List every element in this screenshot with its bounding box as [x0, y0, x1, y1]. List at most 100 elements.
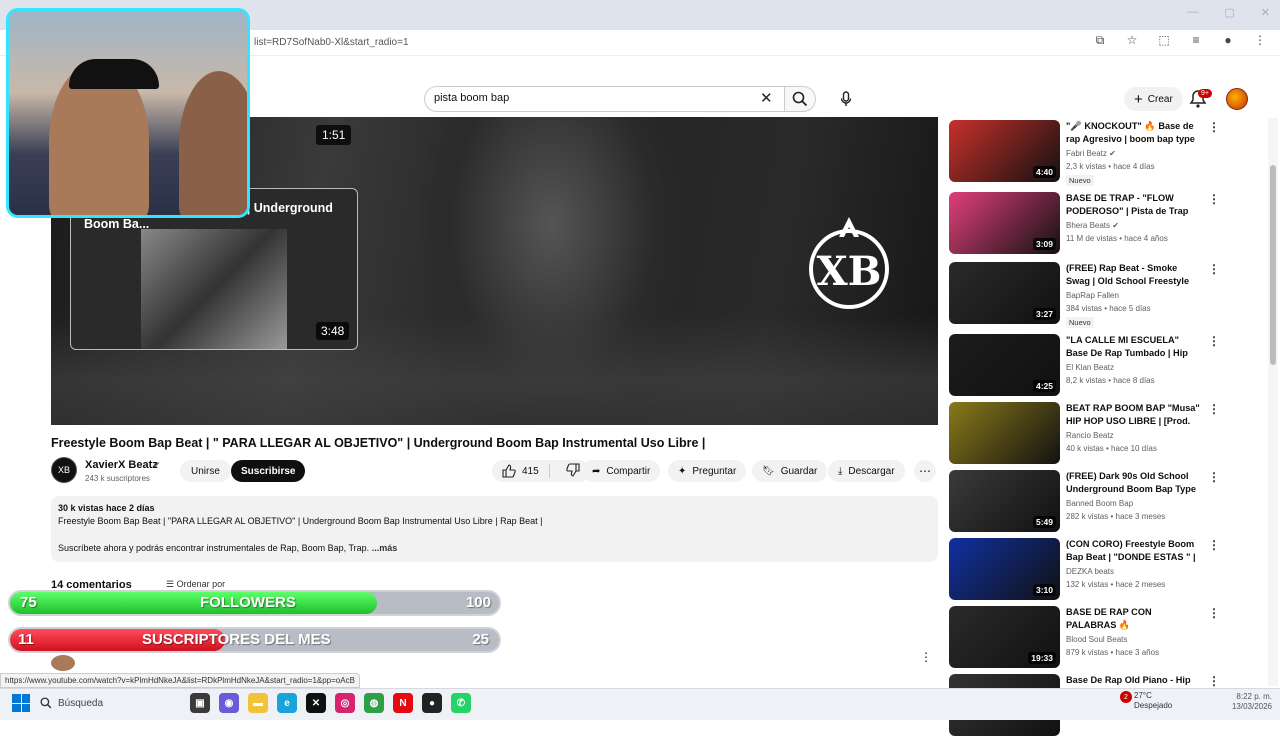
more-options-icon[interactable]: ⋮ [1208, 606, 1220, 620]
install-icon[interactable]: ⧉ [1092, 33, 1108, 48]
profile-icon[interactable]: ● [1220, 33, 1236, 48]
recommended-video[interactable]: 4:25 "LA CALLE MI ESCUELA" Base De Rap Tu… [949, 332, 1220, 396]
video-thumbnail[interactable] [949, 402, 1060, 464]
subscribers-goal-bar: 11 SUSCRIPTORES DEL MES 25 [8, 627, 501, 653]
more-options-icon[interactable]: ⋮ [1208, 120, 1220, 134]
create-button[interactable]: + Crear [1124, 87, 1183, 111]
recommended-channel[interactable]: Rancio Beatz [1066, 431, 1114, 440]
recommended-title[interactable]: BEAT RAP BOOM BAP "Musa" HIP HOP USO LIB… [1066, 402, 1200, 428]
recommended-channel[interactable]: BapRap Fallen [1066, 291, 1119, 300]
recommended-video[interactable]: BEAT RAP BOOM BAP "Musa" HIP HOP USO LIB… [949, 400, 1220, 464]
voice-search-button[interactable] [834, 86, 858, 112]
task-view-icon[interactable]: ▣ [190, 693, 210, 713]
minimize-icon[interactable]: — [1187, 6, 1198, 19]
followers-label: FOLLOWERS [200, 594, 296, 611]
video-title: Freestyle Boom Bap Beat | " PARA LLEGAR … [51, 436, 706, 450]
recommended-video[interactable]: 3:27 (FREE) Rap Beat - Smoke Swag | Old S… [949, 260, 1220, 328]
file-explorer-icon[interactable]: ▬ [248, 693, 268, 713]
recommended-video[interactable]: 3:10 (CON CORO) Freestyle Boom Bap Beat |… [949, 536, 1220, 600]
description-line-1: Freestyle Boom Bap Beat | "PARA LLEGAR A… [58, 516, 543, 526]
edge-browser-icon[interactable]: e [277, 693, 297, 713]
recommended-title[interactable]: "LA CALLE MI ESCUELA" Base De Rap Tumbad… [1066, 334, 1200, 360]
bookmark-star-icon[interactable]: ☆ [1124, 33, 1140, 48]
recommended-title[interactable]: "🎤 KNOCKOUT" 🔥 Base de rap Agresivo | bo… [1066, 120, 1200, 146]
recommended-stats: 879 k vistas • hace 3 años [1066, 648, 1160, 657]
video-thumbnail[interactable]: 3:09 [949, 192, 1060, 254]
weather-widget[interactable]: 27°C Despejado [1134, 691, 1172, 711]
recommended-channel[interactable]: Fabri Beatz ✔ [1066, 149, 1116, 158]
like-button[interactable]: 415 [492, 464, 550, 478]
download-button[interactable]: ⤓ Descargar [828, 460, 905, 482]
more-options-icon[interactable]: ⋮ [1208, 334, 1220, 348]
more-options-icon[interactable]: ⋮ [1208, 538, 1220, 552]
ask-button[interactable]: ✦ Preguntar [668, 460, 747, 482]
recommended-stats: 2,3 k vistas • hace 4 días [1066, 162, 1155, 171]
weather-desc: Despejado [1134, 701, 1173, 710]
recommended-title[interactable]: (FREE) Rap Beat - Smoke Swag | Old Schoo… [1066, 262, 1200, 288]
system-clock[interactable]: 8:22 p. m. 13/03/2026 [1232, 692, 1272, 712]
comment-more-icon[interactable]: ⋮ [920, 650, 932, 664]
followers-progress-fill [10, 592, 377, 614]
maximize-icon[interactable]: ▢ [1224, 6, 1234, 19]
more-options-icon[interactable]: ⋮ [1208, 470, 1220, 484]
more-actions-button[interactable]: ⋯ [914, 460, 936, 482]
recommended-stats: 282 k vistas • hace 3 meses [1066, 512, 1166, 521]
recommended-title[interactable]: BASE DE RAP CON PALABRAS 🔥 ENTRENAMIENTO… [1066, 606, 1200, 632]
search-icon [792, 91, 808, 107]
recommended-title[interactable]: (CON CORO) Freestyle Boom Bap Beat | "DO… [1066, 538, 1200, 564]
show-more-link[interactable]: ...más [372, 543, 398, 553]
video-thumbnail[interactable]: 4:40 [949, 120, 1060, 182]
video-thumbnail[interactable]: 5:49 [949, 470, 1060, 532]
recommended-video[interactable]: 5:49 (FREE) Dark 90s Old School Undergrou… [949, 468, 1220, 532]
search-input[interactable]: pista boom bap [434, 92, 509, 104]
scrollbar-thumb[interactable] [1270, 165, 1276, 365]
x-app-icon[interactable]: ✕ [306, 693, 326, 713]
channel-avatar[interactable]: XB [51, 457, 77, 483]
windows-start-icon[interactable] [12, 694, 30, 712]
taskbar-search[interactable]: Búsqueda [40, 693, 190, 713]
sort-comments-button[interactable]: ☰ Ordenar por [166, 579, 225, 590]
video-thumbnail[interactable]: 3:27 [949, 262, 1060, 324]
recommended-video[interactable]: 4:40 "🎤 KNOCKOUT" 🔥 Base de rap Agresivo … [949, 118, 1220, 186]
recommended-channel[interactable]: DEZKA beats [1066, 567, 1114, 576]
netflix-icon[interactable]: N [393, 693, 413, 713]
playlist-icon[interactable]: ≡ [1188, 33, 1204, 48]
recommended-channel[interactable]: El Klan Beatz [1066, 363, 1114, 372]
more-options-icon[interactable]: ⋮ [1208, 402, 1220, 416]
recommended-video[interactable]: 19:33 BASE DE RAP CON PALABRAS 🔥 ENTRENAM… [949, 604, 1220, 668]
close-icon[interactable]: ✕ [1261, 6, 1270, 19]
extensions-icon[interactable]: ⬚ [1156, 33, 1172, 48]
obs-icon[interactable]: ● [422, 693, 442, 713]
share-button[interactable]: ➦ Compartir [582, 460, 661, 482]
recommended-channel[interactable]: Blood Soul Beats [1066, 635, 1127, 644]
recommended-channel[interactable]: Bhera Beats ✔ [1066, 221, 1119, 230]
video-thumbnail[interactable]: 19:33 [949, 606, 1060, 668]
clock-time: 8:22 p. m. [1236, 692, 1272, 701]
chrome-icon[interactable]: ◍ [364, 693, 384, 713]
video-thumbnail[interactable]: 4:25 [949, 334, 1060, 396]
recommended-title[interactable]: BASE DE TRAP - "FLOW PODEROSO" | Pista d… [1066, 192, 1200, 218]
recommended-title[interactable]: (FREE) Dark 90s Old School Underground B… [1066, 470, 1200, 496]
more-options-icon[interactable]: ⋮ [1208, 674, 1220, 688]
recommended-title[interactable]: Base De Rap Old Piano - Hip [1066, 674, 1200, 687]
more-options-icon[interactable]: ⋮ [1208, 262, 1220, 276]
recommended-video[interactable]: 3:09 BASE DE TRAP - "FLOW PODEROSO" | Pis… [949, 190, 1220, 254]
join-button[interactable]: Unirse [180, 460, 231, 482]
address-url[interactable]: list=RD7SofNab0-Xl&start_radio=1 [254, 37, 409, 48]
more-options-icon[interactable]: ⋮ [1208, 192, 1220, 206]
like-count: 415 [522, 465, 539, 477]
recommended-channel[interactable]: Banned Boom Bap [1066, 499, 1133, 508]
subscribe-button[interactable]: Suscribirse [231, 460, 306, 482]
instagram-icon[interactable]: ◎ [335, 693, 355, 713]
commenter-avatar[interactable] [51, 655, 75, 671]
channel-name[interactable]: XavierX Beatz [85, 459, 158, 471]
search-button[interactable] [784, 86, 816, 112]
save-button[interactable]: 🔖︎ Guardar [752, 460, 828, 482]
window-controls: — ▢ ✕ [1187, 6, 1270, 19]
video-thumbnail[interactable]: 3:10 [949, 538, 1060, 600]
chat-icon[interactable]: ◉ [219, 693, 239, 713]
account-avatar[interactable] [1226, 88, 1248, 110]
whatsapp-icon[interactable]: ✆ [451, 693, 471, 713]
menu-icon[interactable]: ⋮ [1252, 33, 1268, 48]
clear-search-icon[interactable]: ✕ [760, 89, 773, 107]
